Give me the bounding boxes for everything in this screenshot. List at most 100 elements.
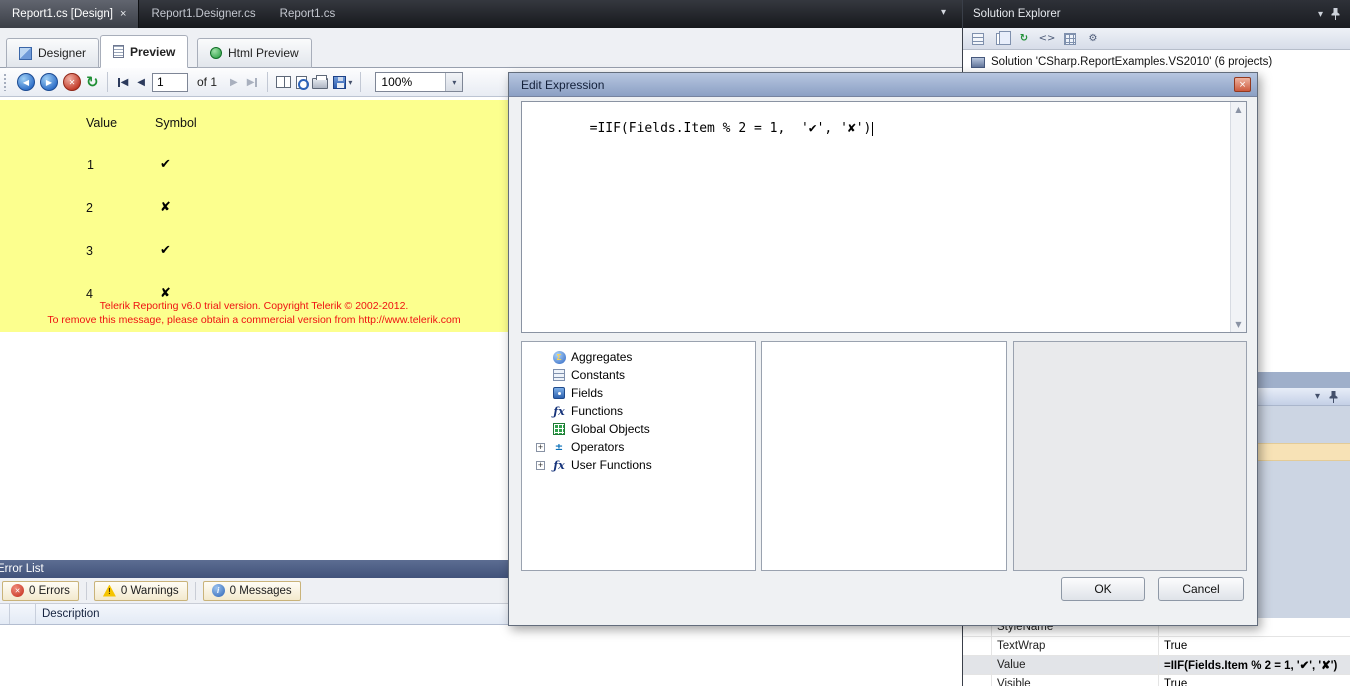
show-all-files-icon[interactable] bbox=[993, 30, 1011, 46]
report-cell-value: 4 bbox=[86, 287, 93, 301]
report-column-header: Symbol bbox=[155, 116, 197, 130]
next-page-button[interactable]: ▶ bbox=[228, 77, 240, 88]
cancel-button[interactable]: Cancel bbox=[1158, 577, 1244, 601]
tree-item-aggregates[interactable]: Σ Aggregates bbox=[522, 348, 755, 366]
window-menu-icon[interactable]: ▾ bbox=[1318, 9, 1323, 20]
ok-button[interactable]: OK bbox=[1061, 577, 1145, 601]
zoom-value: 100% bbox=[381, 75, 413, 89]
vertical-scrollbar[interactable]: ▲ ▼ bbox=[1230, 102, 1246, 332]
expand-toggle[interactable]: + bbox=[536, 442, 545, 452]
properties-icon[interactable] bbox=[970, 31, 986, 46]
zoom-dropdown-icon[interactable]: ▾ bbox=[445, 73, 463, 91]
print-button[interactable] bbox=[312, 75, 329, 89]
property-name[interactable]: Visible bbox=[963, 675, 1159, 686]
navigate-back-button[interactable]: ◀ bbox=[17, 73, 35, 91]
stop-icon: ✕ bbox=[68, 77, 76, 87]
dialog-titlebar[interactable]: Edit Expression × bbox=[509, 73, 1257, 97]
stop-rendering-button[interactable]: ✕ bbox=[63, 73, 81, 91]
tree-item-label: Constants bbox=[571, 368, 626, 382]
first-page-button[interactable]: ◀ bbox=[116, 77, 131, 88]
refresh-icon[interactable]: ↻ bbox=[1016, 31, 1032, 46]
scroll-up-icon[interactable]: ▲ bbox=[1231, 105, 1246, 114]
expression-text: =IIF(Fields.Item % 2 = 1, '✔', '✘') bbox=[589, 121, 874, 136]
doc-tab-report1-design[interactable]: Report1.cs [Design] × bbox=[0, 0, 140, 28]
properties-grid: StyleName TextWrap True Value =IIF(Field… bbox=[963, 618, 1350, 686]
messages-filter-button[interactable]: i 0 Messages bbox=[202, 580, 301, 601]
pin-icon[interactable] bbox=[1331, 8, 1340, 20]
tree-item-label: User Functions bbox=[571, 458, 652, 472]
expand-toggle[interactable]: + bbox=[536, 460, 545, 470]
tree-item-constants[interactable]: Constants bbox=[522, 366, 755, 384]
previous-page-icon: ◀ bbox=[137, 76, 145, 88]
last-page-button[interactable]: ▶ bbox=[245, 77, 260, 88]
refresh-icon: ↻ bbox=[86, 73, 99, 91]
back-icon: ◀ bbox=[22, 77, 30, 87]
document-map-button[interactable] bbox=[276, 76, 292, 88]
tab-designer[interactable]: Designer bbox=[6, 38, 100, 68]
edit-expression-dialog: Edit Expression × =IIF(Fields.Item % 2 =… bbox=[508, 72, 1258, 626]
property-value[interactable]: =IIF(Fields.Item % 2 = 1, '✔', '✘') bbox=[1159, 656, 1350, 674]
report-column-header: Value bbox=[86, 116, 118, 130]
last-page-icon bbox=[255, 77, 258, 87]
previous-page-button[interactable]: ◀ bbox=[135, 77, 147, 88]
description-column-header[interactable]: Description bbox=[36, 608, 100, 620]
dialog-title: Edit Expression bbox=[521, 77, 605, 92]
solution-root-node[interactable]: Solution 'CSharp.ReportExamples.VS2010' … bbox=[963, 50, 1350, 68]
class-diagram-icon[interactable] bbox=[1062, 31, 1078, 46]
property-name[interactable]: Value bbox=[963, 656, 1159, 674]
export-button[interactable]: ▾ bbox=[333, 75, 352, 89]
property-row-selected[interactable]: Value =IIF(Fields.Item % 2 = 1, '✔', '✘'… bbox=[963, 656, 1350, 675]
scroll-down-icon[interactable]: ▼ bbox=[1231, 320, 1246, 329]
property-value[interactable]: True bbox=[1159, 637, 1350, 655]
solution-icon bbox=[971, 56, 985, 68]
first-page-icon bbox=[117, 77, 120, 87]
messages-count-label: 0 Messages bbox=[229, 584, 292, 597]
print-preview-button[interactable] bbox=[296, 75, 310, 90]
refresh-button[interactable]: ↻ bbox=[86, 73, 99, 91]
designer-tabstrip: Designer Preview Html Preview bbox=[0, 28, 962, 68]
close-icon[interactable]: × bbox=[120, 8, 126, 20]
tab-preview[interactable]: Preview bbox=[100, 35, 189, 68]
report-cell-value: 3 bbox=[86, 244, 93, 258]
view-code-icon[interactable]: <> bbox=[1039, 31, 1056, 46]
toolbar-separator bbox=[267, 72, 269, 92]
solution-root-label: Solution 'CSharp.ReportExamples.VS2010' … bbox=[991, 56, 1273, 68]
property-row[interactable]: TextWrap True bbox=[963, 637, 1350, 656]
property-value[interactable]: True bbox=[1159, 675, 1350, 686]
tree-item-fields[interactable]: Fields bbox=[522, 384, 755, 402]
expression-members-list[interactable] bbox=[761, 341, 1007, 571]
report-cell-value: 2 bbox=[86, 201, 93, 215]
window-menu-icon[interactable]: ▾ bbox=[1315, 391, 1320, 402]
page-number-input[interactable] bbox=[151, 72, 188, 92]
tree-item-operators[interactable]: + ± Operators bbox=[522, 438, 755, 456]
errors-count-label: 0 Errors bbox=[29, 584, 70, 597]
tree-item-label: Global Objects bbox=[571, 422, 650, 436]
settings-icon[interactable]: ⚙ bbox=[1085, 31, 1101, 46]
constants-icon bbox=[553, 369, 565, 381]
tab-list-dropdown-icon[interactable]: ▾ bbox=[941, 7, 946, 18]
tree-item-label: Aggregates bbox=[571, 350, 633, 364]
tree-item-user-functions[interactable]: + ƒx User Functions bbox=[522, 456, 755, 474]
dialog-close-button[interactable]: × bbox=[1234, 77, 1251, 92]
forward-icon: ▶ bbox=[45, 77, 53, 87]
toolbar-grip[interactable] bbox=[3, 73, 8, 91]
zoom-combobox[interactable]: 100% ▾ bbox=[375, 72, 464, 92]
tree-item-label: Functions bbox=[571, 404, 624, 418]
warnings-filter-button[interactable]: ! 0 Warnings bbox=[93, 580, 188, 601]
application-window: Designer Preview Html Preview ◀ ▶ ✕ ↻ ◀ … bbox=[0, 0, 1350, 686]
page-count-label: of 1 bbox=[196, 75, 217, 89]
global-objects-icon bbox=[553, 423, 565, 435]
navigate-forward-button[interactable]: ▶ bbox=[40, 73, 58, 91]
expression-textarea[interactable]: =IIF(Fields.Item % 2 = 1, '✔', '✘') ▲ ▼ bbox=[521, 101, 1247, 333]
property-row[interactable]: Visible True bbox=[963, 675, 1350, 686]
property-name[interactable]: TextWrap bbox=[963, 637, 1159, 655]
tree-item-global-objects[interactable]: Global Objects bbox=[522, 420, 755, 438]
doc-tab-report1-cs[interactable]: Report1.cs bbox=[268, 0, 348, 28]
doc-tab-report1-designer-cs[interactable]: Report1.Designer.cs bbox=[139, 0, 267, 28]
export-dropdown-icon[interactable]: ▾ bbox=[348, 78, 352, 87]
tab-html-preview[interactable]: Html Preview bbox=[197, 38, 312, 68]
tree-item-functions[interactable]: ƒx Functions bbox=[522, 402, 755, 420]
errors-filter-button[interactable]: ✕ 0 Errors bbox=[2, 580, 79, 601]
user-functions-icon: ƒx bbox=[553, 458, 565, 472]
pin-icon[interactable] bbox=[1329, 390, 1338, 403]
